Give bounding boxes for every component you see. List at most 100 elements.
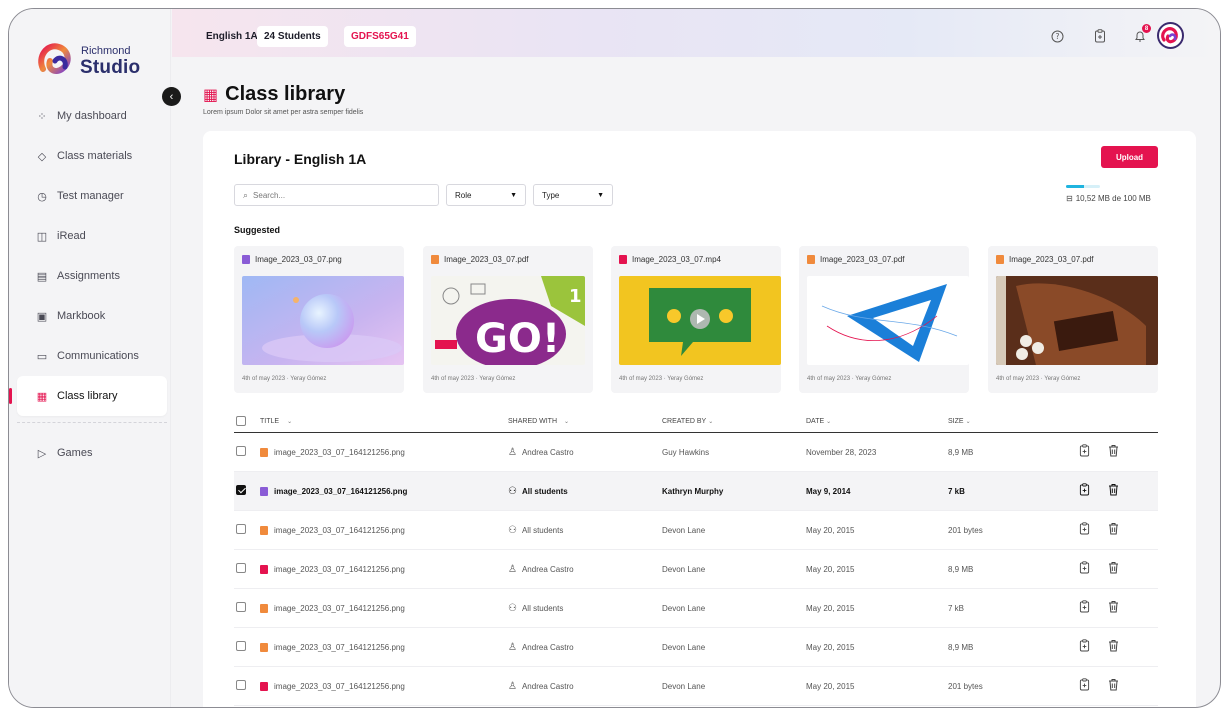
column-title[interactable]: TITLE ⌄ bbox=[260, 418, 508, 425]
suggested-card[interactable]: Image_2023_03_07.pdf 4th of may 2023 · Y… bbox=[799, 246, 969, 393]
row-checkbox[interactable] bbox=[236, 485, 246, 495]
chevron-left-icon: ‹ bbox=[169, 90, 174, 103]
image-file-icon bbox=[242, 255, 250, 264]
assign-clipboard-icon[interactable] bbox=[1078, 600, 1090, 616]
clipboard-icon[interactable] bbox=[1093, 29, 1107, 43]
row-checkbox[interactable] bbox=[236, 641, 246, 651]
suggested-file-name: Image_2023_03_07.pdf bbox=[1009, 255, 1094, 264]
upload-button[interactable]: Upload bbox=[1101, 146, 1158, 168]
row-title[interactable]: image_2023_03_07_164121256.png bbox=[274, 682, 405, 691]
sidebar-item-markbook[interactable]: ▣ Markbook bbox=[17, 296, 167, 336]
row-checkbox[interactable] bbox=[236, 563, 246, 573]
column-created-by[interactable]: CREATED BY ⌄ bbox=[662, 418, 806, 425]
svg-text:?: ? bbox=[1055, 32, 1059, 41]
sidebar-item-games[interactable]: ▷ Games bbox=[17, 433, 167, 473]
class-code[interactable]: GDFS65G41 bbox=[344, 26, 416, 47]
column-size[interactable]: SIZE ⌄ bbox=[948, 418, 1078, 425]
assign-clipboard-icon[interactable] bbox=[1078, 444, 1090, 460]
bell-icon[interactable]: 8 bbox=[1133, 24, 1151, 43]
sidebar-item-class-materials[interactable]: ◇ Class materials bbox=[17, 136, 167, 176]
trash-icon[interactable] bbox=[1107, 600, 1119, 616]
row-date: May 20, 2015 bbox=[806, 642, 855, 652]
row-title[interactable]: image_2023_03_07_164121256.png bbox=[274, 526, 405, 535]
chevron-down-icon: ⌄ bbox=[287, 419, 293, 425]
table-row[interactable]: image_2023_03_07_164121256.png ⚇ All stude… bbox=[234, 589, 1158, 628]
suggested-meta: 4th of may 2023 · Yeray Gómez bbox=[619, 376, 704, 382]
caret-down-icon: ▼ bbox=[510, 191, 517, 199]
suggested-card[interactable]: Image_2023_03_07.mp4 4th of may 2023 · Y… bbox=[611, 246, 781, 393]
assign-clipboard-icon[interactable] bbox=[1078, 483, 1090, 499]
table-row[interactable]: image_2023_03_07_164121256.png ♙ Andrea Ca… bbox=[234, 433, 1158, 472]
students-count[interactable]: 24 Students bbox=[257, 26, 328, 47]
logo[interactable]: Richmond Studio bbox=[35, 37, 145, 87]
column-date-label: DATE bbox=[806, 418, 825, 425]
pdf-file-icon bbox=[260, 447, 268, 457]
sidebar-item-assignments[interactable]: ▤ Assignments bbox=[17, 256, 167, 296]
sidebar-item-communications[interactable]: ▭ Communications bbox=[17, 336, 167, 376]
table-row[interactable]: image_2023_03_07_164121256.png ⚇ All stude… bbox=[234, 472, 1158, 511]
play-icon: ▷ bbox=[37, 447, 47, 460]
row-date: November 28, 2023 bbox=[806, 447, 877, 457]
trash-icon[interactable] bbox=[1107, 678, 1119, 694]
table-row[interactable]: image_2023_03_07_164121256.png ♙ Andrea Ca… bbox=[234, 550, 1158, 589]
sidebar-divider bbox=[17, 422, 167, 423]
sidebar-item-class-library[interactable]: ▦ Class library bbox=[9, 376, 167, 416]
sidebar-item-label: Class library bbox=[57, 390, 118, 402]
trash-icon[interactable] bbox=[1107, 522, 1119, 538]
active-indicator bbox=[9, 388, 12, 404]
role-select-label: Role bbox=[455, 190, 472, 200]
suggested-file-name: Image_2023_03_07.mp4 bbox=[632, 255, 721, 264]
column-shared-with[interactable]: SHARED WITH ⌄ bbox=[508, 418, 662, 425]
avatar[interactable] bbox=[1157, 22, 1184, 49]
class-name[interactable]: English 1A bbox=[198, 26, 265, 47]
type-select[interactable]: Type ▼ bbox=[533, 184, 613, 206]
row-checkbox[interactable] bbox=[236, 680, 246, 690]
column-date[interactable]: DATE ⌄ bbox=[806, 418, 948, 425]
row-title[interactable]: image_2023_03_07_164121256.png bbox=[274, 643, 405, 652]
table-row[interactable]: image_2023_03_07_164121256.png ♙ Andrea Ca… bbox=[234, 667, 1158, 706]
column-shared-label: SHARED WITH bbox=[508, 418, 557, 425]
user-icon: ♙ bbox=[508, 680, 517, 692]
row-size: 7 kB bbox=[948, 486, 965, 496]
sidebar-item-label: Games bbox=[57, 447, 93, 459]
table-row[interactable]: image_2023_03_07_164121256.png ♙ Andrea Ca… bbox=[234, 628, 1158, 667]
user-icon: ♙ bbox=[508, 446, 517, 458]
role-select[interactable]: Role ▼ bbox=[446, 184, 526, 206]
assign-clipboard-icon[interactable] bbox=[1078, 678, 1090, 694]
help-icon[interactable]: ? bbox=[1050, 29, 1064, 43]
trash-icon[interactable] bbox=[1107, 639, 1119, 655]
sidebar-item-label: Communications bbox=[57, 350, 139, 362]
trash-icon[interactable] bbox=[1107, 444, 1119, 460]
row-shared-with: All students bbox=[521, 525, 564, 535]
suggested-card[interactable]: Image_2023_03_07.png 4th of may 2023 · Y… bbox=[234, 246, 404, 393]
trash-icon[interactable] bbox=[1107, 483, 1119, 499]
assign-clipboard-icon[interactable] bbox=[1078, 522, 1090, 538]
storage-progress bbox=[1066, 185, 1100, 188]
row-date: May 20, 2015 bbox=[806, 681, 855, 691]
assign-clipboard-icon[interactable] bbox=[1078, 561, 1090, 577]
table-row[interactable]: image_2023_03_07_164121256.png ⚇ All stude… bbox=[234, 511, 1158, 550]
suggested-file-name: Image_2023_03_07.pdf bbox=[444, 255, 529, 264]
row-title[interactable]: image_2023_03_07_164121256.png bbox=[274, 565, 405, 574]
collapse-sidebar-button[interactable]: ‹ bbox=[162, 87, 181, 106]
suggested-card[interactable]: Image_2023_03_07.pdf 4th of may 2023 · Y… bbox=[988, 246, 1158, 393]
video-file-icon bbox=[619, 255, 627, 264]
select-all-checkbox[interactable] bbox=[236, 415, 246, 426]
search-input[interactable]: ⌕ Search... bbox=[234, 184, 439, 206]
row-created-by: Kathryn Murphy bbox=[662, 486, 724, 496]
library-title: Library - English 1A bbox=[234, 151, 367, 167]
sidebar-item-my-dashboard[interactable]: ⁘ My dashboard bbox=[17, 96, 167, 136]
assign-clipboard-icon[interactable] bbox=[1078, 639, 1090, 655]
row-checkbox[interactable] bbox=[236, 524, 246, 534]
trash-icon[interactable] bbox=[1107, 561, 1119, 577]
row-title[interactable]: image_2023_03_07_164121256.png bbox=[274, 448, 405, 457]
row-title[interactable]: image_2023_03_07_164121256.png bbox=[274, 604, 405, 613]
row-title[interactable]: image_2023_03_07_164121256.png bbox=[274, 487, 407, 496]
sidebar-item-iread[interactable]: ◫ iRead bbox=[17, 216, 167, 256]
row-checkbox[interactable] bbox=[236, 602, 246, 612]
suggested-card[interactable]: Image_2023_03_07.pdf 1 GO! 4th of may 20… bbox=[423, 246, 593, 393]
row-created-by: Guy Hawkins bbox=[662, 447, 710, 457]
sidebar-item-test-manager[interactable]: ◷ Test manager bbox=[17, 176, 167, 216]
sidebar-item-label: Assignments bbox=[57, 270, 120, 282]
row-checkbox[interactable] bbox=[236, 446, 246, 456]
